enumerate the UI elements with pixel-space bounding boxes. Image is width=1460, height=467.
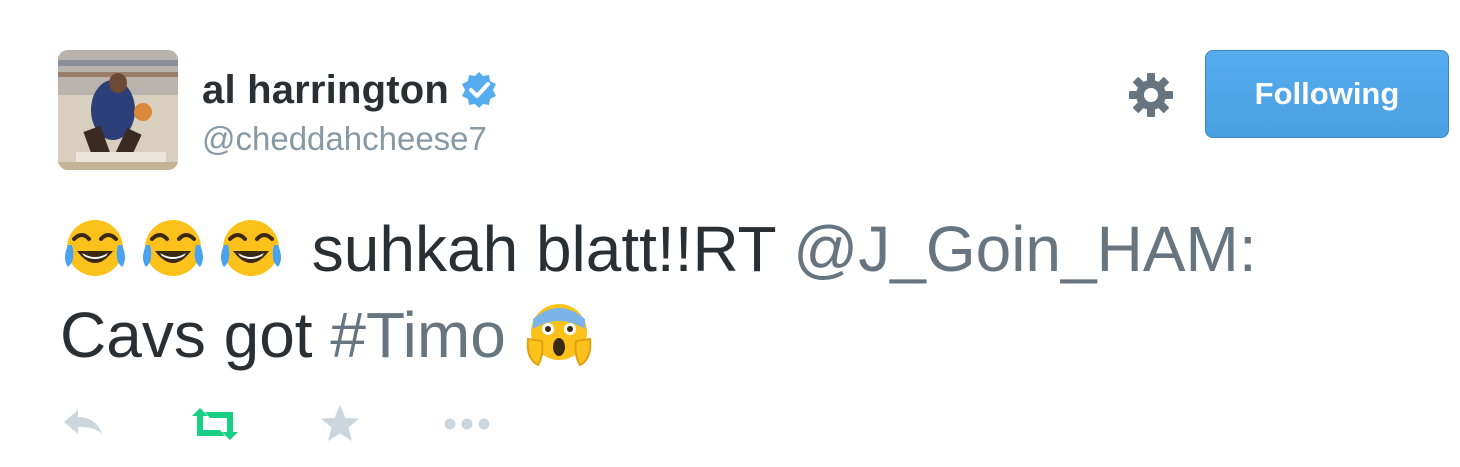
screaming-face-emoji-icon [524,299,594,369]
name-row: al harrington [202,66,499,114]
more-icon[interactable] [440,402,494,446]
display-name[interactable]: al harrington [202,68,449,113]
star-icon[interactable] [318,402,362,446]
reply-icon[interactable] [60,402,110,446]
verified-badge-icon [459,70,499,110]
avatar-photo [58,50,178,170]
hashtag-link[interactable]: #Timo [330,299,505,371]
user-handle[interactable]: @cheddahcheese7 [202,120,487,158]
tears-of-joy-emoji-icon [138,213,208,283]
tweet-actions [60,402,494,446]
tears-of-joy-emoji-icon [216,213,286,283]
mention-link[interactable]: @J_Goin_HAM: [793,213,1256,285]
tweet-card: al harrington @cheddahcheese7 Following … [0,0,1460,467]
retweet-icon[interactable] [186,402,244,446]
gear-icon[interactable] [1126,70,1176,120]
tweet-text: suhkah blatt!!RT @J_Goin_HAM: Cavs got #… [60,206,1440,378]
tweet-text-part2: Cavs got [60,299,313,371]
tears-of-joy-emoji-icon [60,213,130,283]
following-button[interactable]: Following [1205,50,1449,138]
tweet-text-part1: suhkah blatt!!RT [311,213,776,285]
avatar[interactable] [58,50,178,170]
